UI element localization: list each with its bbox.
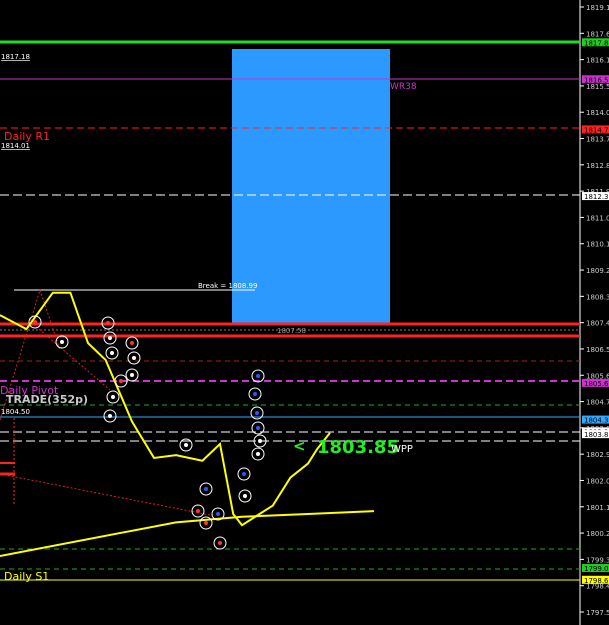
y-tick-label: 1807.40: [586, 320, 609, 328]
y-tick-label: 1817.60: [586, 30, 609, 38]
trade-marker-dot: [108, 336, 112, 340]
trade-marker-dot: [196, 509, 200, 513]
y-tick-label: 1808.30: [586, 293, 609, 301]
y-tick-label: 1802.00: [586, 477, 609, 485]
trade-marker-dot: [33, 320, 37, 324]
y-tick-label: 1804.70: [586, 399, 609, 407]
trade-marker-dot: [243, 494, 247, 498]
daily-s1-label: Daily S1: [4, 570, 49, 583]
y-tick-label: 1816.10: [586, 57, 609, 65]
trade-marker-dot: [256, 452, 260, 456]
wr38-label: WR38: [390, 82, 417, 92]
y-tick-label: 1806.50: [586, 346, 609, 354]
price-tag-label: 1804.37: [584, 417, 609, 425]
trade-marker-dot: [130, 341, 134, 345]
trade-marker-dot: [130, 373, 134, 377]
current-price-arrow: <: [293, 437, 306, 455]
level-label-1814: 1814.01: [1, 142, 30, 150]
price-tag-label: 1812.35: [584, 193, 609, 201]
trade-marker-dot: [256, 374, 260, 378]
red-dotted-trend-2: [0, 473, 211, 516]
y-tick-label: 1813.70: [586, 136, 609, 144]
trade-marker-dot: [204, 487, 208, 491]
y-tick-label: 1811.00: [586, 214, 609, 222]
break-label: Break = 1808.99: [198, 282, 257, 290]
trade-marker-dot: [258, 439, 262, 443]
level-label-1804: 1804.50: [1, 408, 30, 416]
price-tag-label: 1817.84: [584, 39, 609, 47]
trade-marker-dot: [204, 521, 208, 525]
y-tick-label: 1814.00: [586, 109, 609, 117]
y-tick-label: 1797.50: [586, 609, 609, 617]
trade-marker-dot: [132, 356, 136, 360]
trade-marker-dot: [108, 414, 112, 418]
price-tag-label: 1814.73: [584, 126, 609, 134]
y-tick-label: 1819.10: [586, 4, 609, 12]
price-tag-label: 1805.68: [584, 380, 609, 388]
trade-marker-dot: [184, 443, 188, 447]
price-tag-label: 1816.52: [584, 76, 609, 84]
y-tick-label: 1802.90: [586, 451, 609, 459]
price-tag-label: 1799.07: [584, 565, 609, 573]
trade-marker-dot: [216, 512, 220, 516]
trade-marker-dot: [119, 379, 123, 383]
current-price-value: 1803.85: [317, 437, 399, 458]
y-tick-label: 1801.10: [586, 504, 609, 512]
trade-marker-dot: [106, 321, 110, 325]
trade-marker-dot: [60, 340, 64, 344]
y-tick-label: 1810.10: [586, 241, 609, 249]
trade-marker-dot: [255, 411, 259, 415]
price-tag-label: 1798.65: [584, 577, 609, 585]
trading-chart[interactable]: 1819.101817.601816.101815.501814.001813.…: [0, 0, 609, 625]
level-label-1807: 1807.58: [277, 327, 306, 335]
y-tick-label: 1812.80: [586, 162, 609, 170]
price-tag-label: 1803.85: [584, 431, 609, 439]
level-label-1817: 1817.18: [1, 53, 30, 61]
y-tick-label: 1799.30: [586, 556, 609, 564]
trade-marker-dot: [218, 541, 222, 545]
y-tick-label: 1800.20: [586, 530, 609, 538]
trade-marker-dot: [253, 392, 257, 396]
trade-marker-dot: [110, 351, 114, 355]
trade-marker-dot: [256, 426, 260, 430]
trade-marker-dot: [111, 395, 115, 399]
y-tick-label: 1809.20: [586, 267, 609, 275]
current-price-suffix: WPP: [391, 444, 413, 455]
trade-label: TRADE(352p): [6, 393, 88, 406]
trade-marker-dot: [242, 472, 246, 476]
